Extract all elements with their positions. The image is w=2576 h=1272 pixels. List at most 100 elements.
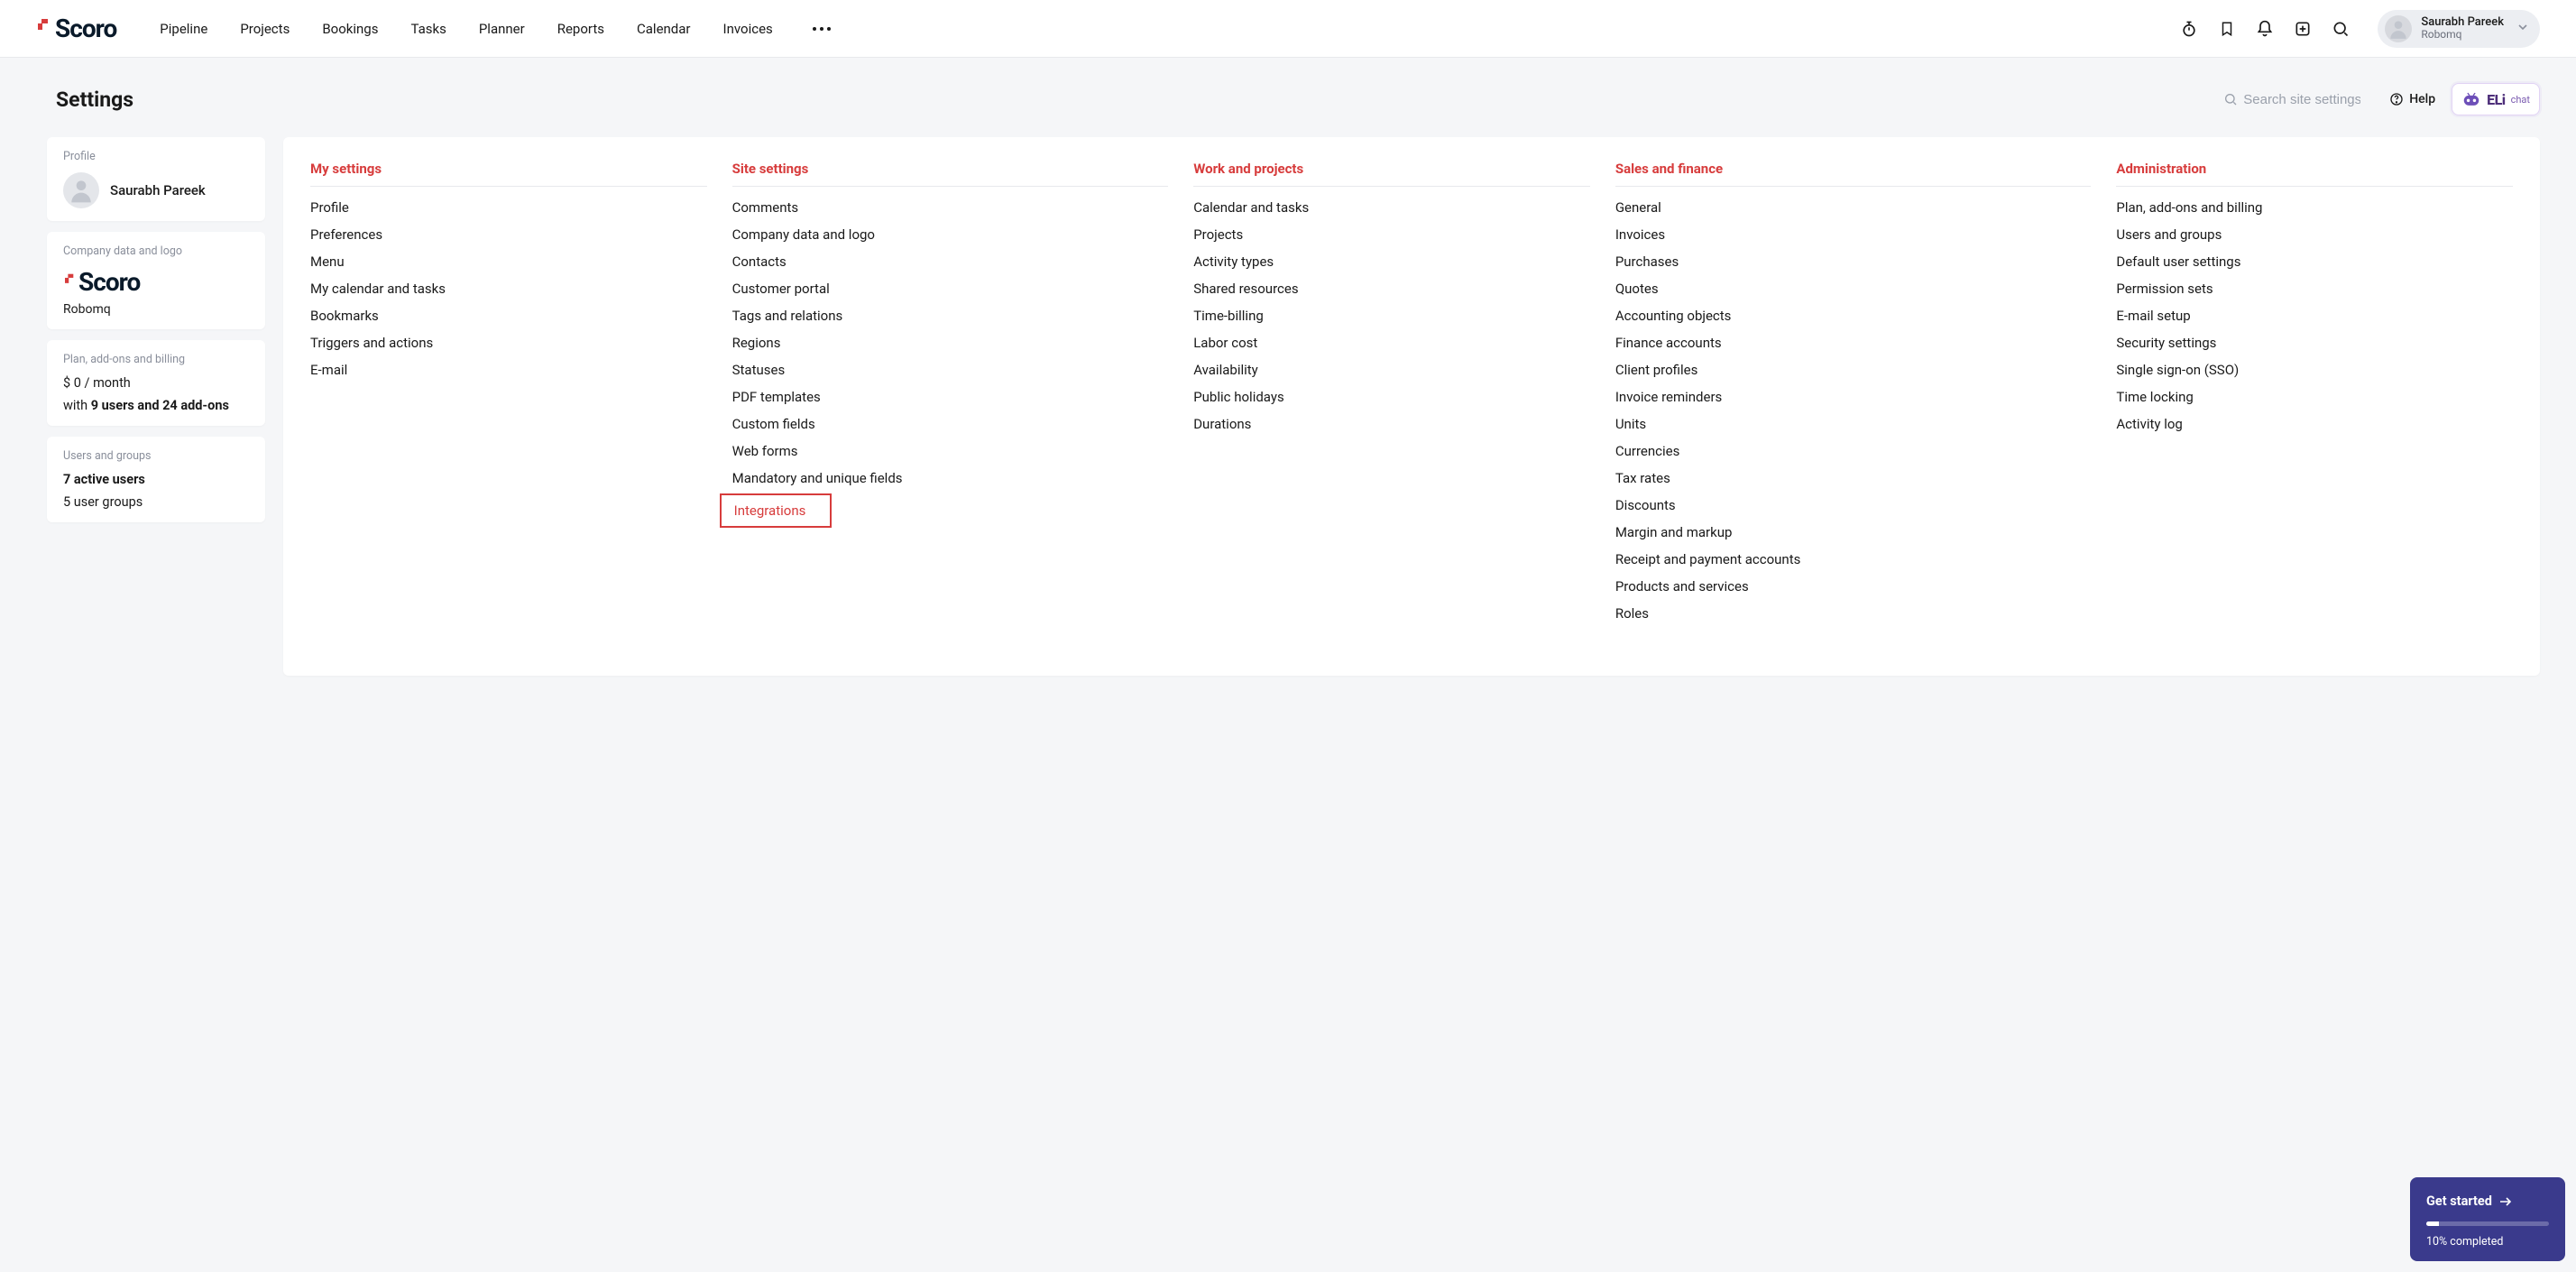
settings-link-shared-resources[interactable]: Shared resources [1193,281,1298,297]
settings-link-company-data-and-logo[interactable]: Company data and logo [732,226,875,243]
avatar-icon [63,172,99,208]
settings-link-invoices[interactable]: Invoices [1615,226,1665,243]
settings-link-receipt-and-payment-accounts[interactable]: Receipt and payment accounts [1615,551,1801,567]
settings-link-activity-log[interactable]: Activity log [2116,416,2182,432]
settings-link-e-mail-setup[interactable]: E-mail setup [2116,308,2190,324]
settings-link-regions[interactable]: Regions [732,335,781,351]
settings-link-discounts[interactable]: Discounts [1615,497,1676,513]
sidebar-card-profile[interactable]: Profile Saurabh Pareek [47,137,265,221]
column-heading: Work and projects [1193,161,1590,187]
settings-search-input[interactable] [2243,92,2360,107]
settings-link-tax-rates[interactable]: Tax rates [1615,470,1670,486]
settings-link-margin-and-markup[interactable]: Margin and markup [1615,524,1733,540]
column-list: Calendar and tasks Projects Activity types… [1193,199,1590,432]
settings-link-time-locking[interactable]: Time locking [2116,389,2193,405]
get-started-widget[interactable]: Get started 10% completed [2410,1177,2565,1261]
help-link[interactable]: Help [2389,92,2435,106]
settings-link-e-mail[interactable]: E-mail [310,362,347,378]
settings-link-accounting-objects[interactable]: Accounting objects [1615,308,1732,324]
sidebar-card-plan[interactable]: Plan, add-ons and billing $ 0 / month wi… [47,340,265,426]
settings-link-finance-accounts[interactable]: Finance accounts [1615,335,1722,351]
nav-projects[interactable]: Projects [238,17,291,41]
plan-addons: with 9 users and 24 add-ons [63,398,249,413]
settings-link-products-and-services[interactable]: Products and services [1615,578,1749,595]
column-heading: Administration [2116,161,2513,187]
settings-link-contacts[interactable]: Contacts [732,253,787,270]
arrow-right-icon [2499,1196,2512,1207]
settings-link-custom-fields[interactable]: Custom fields [732,416,815,432]
settings-link-units[interactable]: Units [1615,416,1646,432]
settings-link-public-holidays[interactable]: Public holidays [1193,389,1283,405]
settings-link-projects[interactable]: Projects [1193,226,1243,243]
chevron-down-icon [2518,23,2527,34]
settings-link-activity-types[interactable]: Activity types [1193,253,1274,270]
header-actions: Saurabh Pareek Robomq [2179,10,2540,48]
settings-column: Site settingsCommentsCompany data and lo… [732,161,1169,524]
column-list: General Invoices Purchases Quotes Accounting… [1615,199,2092,622]
settings-link-comments[interactable]: Comments [732,199,799,216]
progress-text: 10% completed [2426,1235,2549,1249]
nav-calendar[interactable]: Calendar [635,17,693,41]
nav-pipeline[interactable]: Pipeline [158,17,209,41]
sidebar-card-users[interactable]: Users and groups 7 active users 5 user g… [47,437,265,522]
settings-link-pdf-templates[interactable]: PDF templates [732,389,821,405]
settings-link-tags-and-relations[interactable]: Tags and relations [732,308,843,324]
settings-link-currencies[interactable]: Currencies [1615,443,1680,459]
card-label: Plan, add-ons and billing [63,353,249,366]
bookmark-icon[interactable] [2217,19,2237,39]
eli-chat-button[interactable]: ELi chat [2452,83,2540,115]
main-content: Profile Saurabh Pareek Company data and … [0,126,2576,712]
settings-link-preferences[interactable]: Preferences [310,226,382,243]
add-square-icon[interactable] [2293,19,2313,39]
settings-link-time-billing[interactable]: Time-billing [1193,308,1264,324]
company-name: Robomq [63,302,249,317]
settings-link-triggers-and-actions[interactable]: Triggers and actions [310,335,433,351]
settings-link-purchases[interactable]: Purchases [1615,253,1679,270]
settings-link-roles[interactable]: Roles [1615,605,1649,622]
settings-link-durations[interactable]: Durations [1193,416,1251,432]
settings-link-invoice-reminders[interactable]: Invoice reminders [1615,389,1722,405]
settings-link-bookmarks[interactable]: Bookmarks [310,308,379,324]
settings-link-menu[interactable]: Menu [310,253,345,270]
settings-link-plan-add-ons-and-billing[interactable]: Plan, add-ons and billing [2116,199,2262,216]
settings-link-mandatory-and-unique-fields[interactable]: Mandatory and unique fields [732,470,903,486]
search-icon[interactable] [2331,19,2351,39]
column-heading: Sales and finance [1615,161,2092,187]
settings-link-my-calendar-and-tasks[interactable]: My calendar and tasks [310,281,446,297]
column-list: Profile Preferences Menu My calendar and ta… [310,199,707,378]
nav-bookings[interactable]: Bookings [320,17,380,41]
settings-link-integrations[interactable]: Integrations [734,502,806,519]
settings-link-calendar-and-tasks[interactable]: Calendar and tasks [1193,199,1309,216]
user-org: Robomq [2421,29,2504,41]
progress-bar [2426,1221,2549,1226]
settings-link-users-and-groups[interactable]: Users and groups [2116,226,2222,243]
settings-link-labor-cost[interactable]: Labor cost [1193,335,1257,351]
page-header-row: Settings Help ELi chat [0,58,2576,126]
settings-link-web-forms[interactable]: Web forms [732,443,798,459]
page-title: Settings [56,88,2223,112]
card-label: Company data and logo [63,244,249,258]
nav-invoices[interactable]: Invoices [722,17,775,41]
settings-search[interactable] [2223,92,2368,107]
nav-tasks[interactable]: Tasks [409,17,447,41]
settings-link-security-settings[interactable]: Security settings [2116,335,2216,351]
bell-icon[interactable] [2255,19,2275,39]
settings-link-profile[interactable]: Profile [310,199,349,216]
nav-more-button[interactable] [804,17,840,41]
stopwatch-icon[interactable] [2179,19,2199,39]
eli-bot-icon [2461,89,2481,109]
nav-planner[interactable]: Planner [477,17,527,41]
user-menu[interactable]: Saurabh Pareek Robomq [2378,10,2540,48]
settings-link-general[interactable]: General [1615,199,1661,216]
settings-link-statuses[interactable]: Statuses [732,362,786,378]
nav-reports[interactable]: Reports [556,17,606,41]
settings-link-permission-sets[interactable]: Permission sets [2116,281,2213,297]
settings-link-availability[interactable]: Availability [1193,362,1258,378]
settings-link-client-profiles[interactable]: Client profiles [1615,362,1698,378]
settings-link-default-user-settings[interactable]: Default user settings [2116,253,2240,270]
settings-link-customer-portal[interactable]: Customer portal [732,281,830,297]
settings-link-single-sign-on-sso-[interactable]: Single sign-on (SSO) [2116,362,2239,378]
settings-link-quotes[interactable]: Quotes [1615,281,1659,297]
sidebar-card-company[interactable]: Company data and logo Scoro Robomq [47,232,265,329]
brand-logo[interactable]: Scoro [36,14,122,43]
